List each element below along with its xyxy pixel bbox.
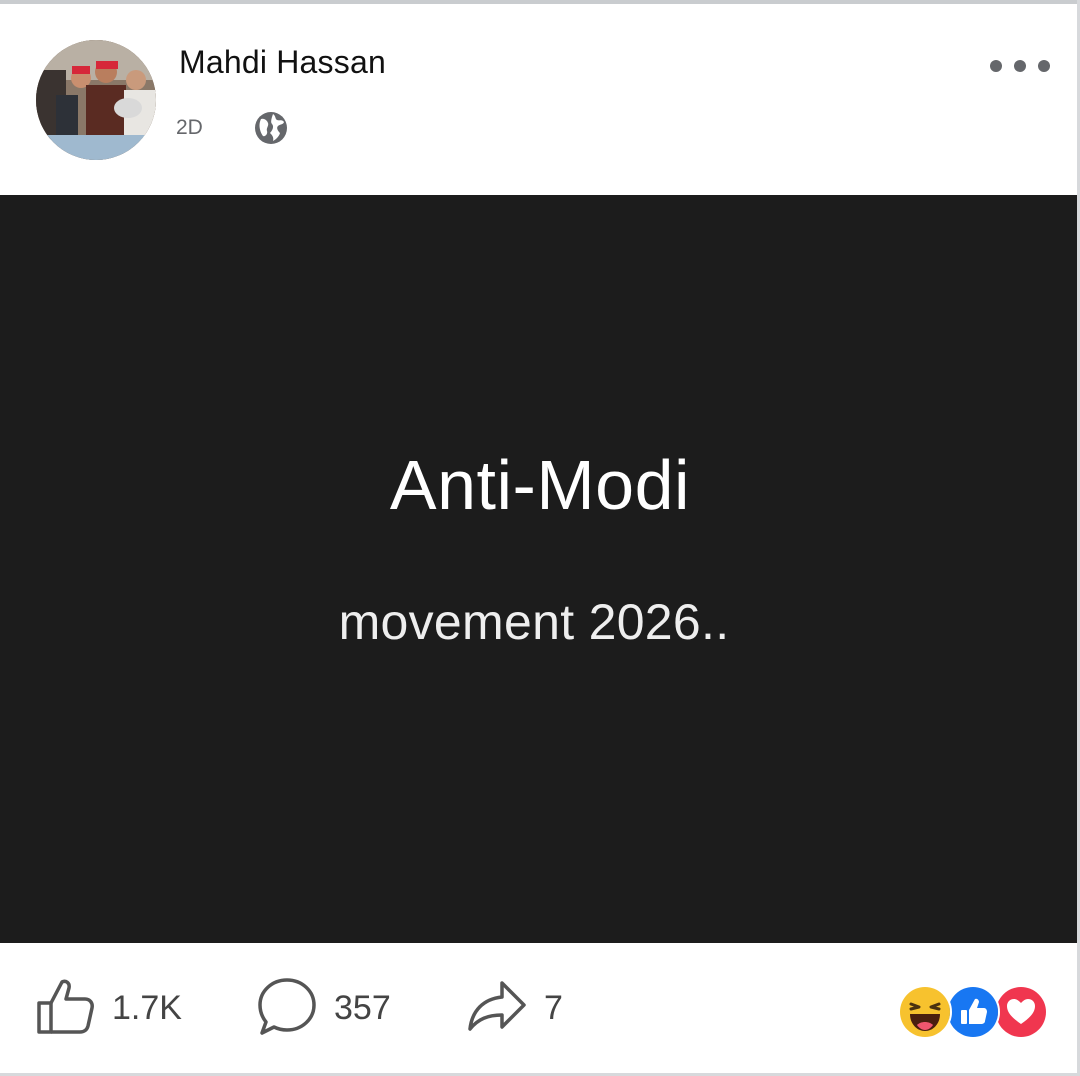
media-headline: Anti-Modi [389, 446, 691, 524]
author-avatar[interactable] [36, 40, 156, 160]
reactions-summary[interactable] [898, 985, 1048, 1039]
thumbs-up-icon [34, 975, 96, 1042]
love-reaction-icon [994, 985, 1048, 1039]
author-name[interactable]: Mahdi Hassan [179, 44, 386, 81]
post-timestamp[interactable]: 2D [176, 116, 203, 140]
share-button[interactable]: 7 [466, 977, 563, 1039]
more-dot [1038, 60, 1050, 72]
share-count: 7 [544, 988, 563, 1027]
media-subline: movement 2026.. [338, 594, 730, 650]
post-header: Mahdi Hassan 2D [0, 4, 1077, 195]
like-count: 1.7K [112, 988, 182, 1027]
more-dot [1014, 60, 1026, 72]
post-actions: 1.7K 357 7 [0, 943, 1077, 1073]
like-button[interactable]: 1.7K [34, 977, 182, 1039]
globe-icon [253, 110, 289, 146]
post-card: Mahdi Hassan 2D Anti-Modi movement 2026.… [0, 0, 1080, 1076]
comment-icon [256, 975, 318, 1042]
more-options-icon[interactable] [990, 52, 1050, 80]
more-dot [990, 60, 1002, 72]
comment-button[interactable]: 357 [256, 977, 391, 1039]
comment-count: 357 [334, 988, 391, 1027]
like-reaction-icon [946, 985, 1000, 1039]
haha-reaction-icon [898, 985, 952, 1039]
share-icon [466, 975, 528, 1042]
post-media[interactable]: Anti-Modi movement 2026.. [0, 195, 1080, 943]
post-meta: 2D [176, 108, 289, 148]
